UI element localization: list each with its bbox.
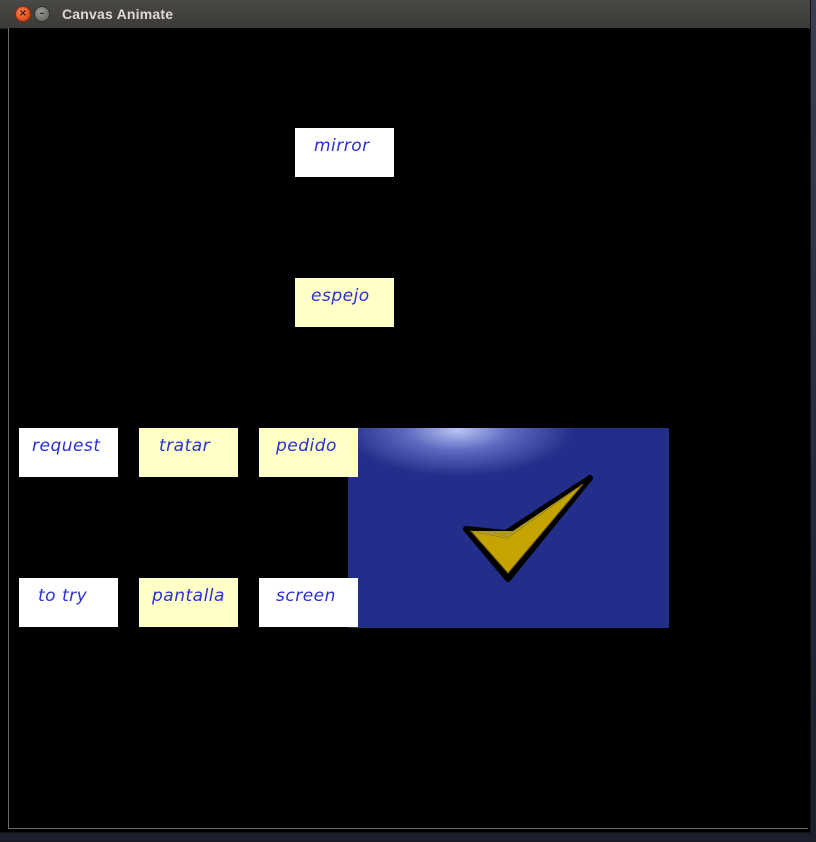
- word-card-label: pantalla: [152, 586, 225, 606]
- close-icon[interactable]: ×: [16, 7, 30, 21]
- window-title: Canvas Animate: [62, 6, 174, 22]
- word-card-label: mirror: [314, 136, 370, 156]
- word-card-label: screen: [276, 586, 336, 606]
- title-bar[interactable]: × – Canvas Animate: [0, 0, 810, 29]
- app-window: × – Canvas Animate mirror espejo request…: [0, 0, 810, 832]
- check-answer-panel[interactable]: [348, 428, 669, 628]
- word-card-label: espejo: [311, 286, 370, 306]
- word-card-label: tratar: [159, 436, 211, 456]
- word-card-to-try[interactable]: to try: [19, 578, 118, 627]
- word-card-mirror[interactable]: mirror: [295, 128, 394, 177]
- word-card-label: pedido: [276, 436, 337, 456]
- word-card-label: request: [32, 436, 101, 456]
- minimize-icon[interactable]: –: [35, 7, 49, 21]
- word-card-screen[interactable]: screen: [259, 578, 358, 627]
- drawing-canvas[interactable]: mirror espejo request tratar pedido to t…: [8, 28, 808, 829]
- word-card-label: to try: [38, 586, 88, 606]
- word-card-espejo[interactable]: espejo: [295, 278, 394, 327]
- word-card-pedido[interactable]: pedido: [259, 428, 358, 477]
- checkmark-icon: [463, 475, 593, 582]
- word-card-tratar[interactable]: tratar: [139, 428, 238, 477]
- word-card-request[interactable]: request: [19, 428, 118, 477]
- word-card-pantalla[interactable]: pantalla: [139, 578, 238, 627]
